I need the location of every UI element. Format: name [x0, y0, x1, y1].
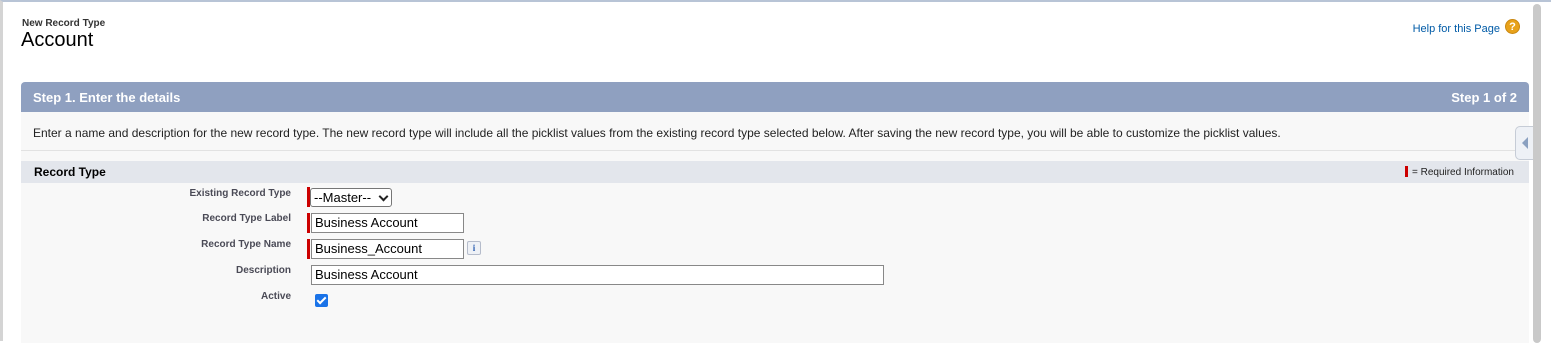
instructions-text: Enter a name and description for the new… — [33, 126, 1281, 140]
required-marker-icon — [307, 239, 310, 259]
question-mark-icon[interactable]: ? — [1505, 19, 1520, 34]
record-type-name-label: Record Type Name — [201, 239, 291, 250]
existing-record-type-label: Existing Record Type — [189, 188, 291, 199]
page-title: Account — [21, 29, 94, 51]
scrollbar[interactable] — [1533, 4, 1541, 343]
page-type-label: New Record Type — [22, 18, 106, 29]
record-type-label-input[interactable]: Business Account — [311, 213, 464, 233]
active-label: Active — [260, 291, 291, 302]
active-checkbox[interactable] — [315, 294, 328, 307]
section-title: Record Type — [34, 165, 106, 179]
divider — [21, 150, 1529, 151]
record-type-label-label: Record Type Label — [202, 213, 291, 224]
step-count: Step 1 of 2 — [1451, 90, 1517, 105]
required-legend: = Required Information — [1404, 166, 1514, 178]
existing-record-type-select[interactable]: --Master-- — [310, 188, 392, 207]
step-header: Step 1. Enter the details Step 1 of 2 — [21, 82, 1529, 112]
existing-record-type-value: --Master-- — [314, 190, 372, 205]
section-header: Record Type = Required Information — [21, 161, 1529, 183]
step-title: Step 1. Enter the details — [33, 90, 181, 105]
collapse-panel-icon[interactable] — [1515, 126, 1533, 160]
required-marker-icon — [307, 213, 310, 233]
record-type-name-input[interactable]: Business_Account — [311, 239, 464, 259]
step-panel: Step 1. Enter the details Step 1 of 2 En… — [21, 82, 1529, 343]
required-marker-icon — [1404, 166, 1408, 177]
help-link[interactable]: Help for this Page — [1413, 23, 1500, 35]
description-label: Description — [235, 265, 291, 276]
page-frame: New Record Type Account Help for this Pa… — [0, 0, 1551, 343]
required-legend-text: = Required Information — [1411, 167, 1514, 178]
chevron-down-icon — [378, 191, 389, 202]
info-icon[interactable]: i — [467, 241, 481, 255]
description-input[interactable]: Business Account — [311, 265, 884, 285]
